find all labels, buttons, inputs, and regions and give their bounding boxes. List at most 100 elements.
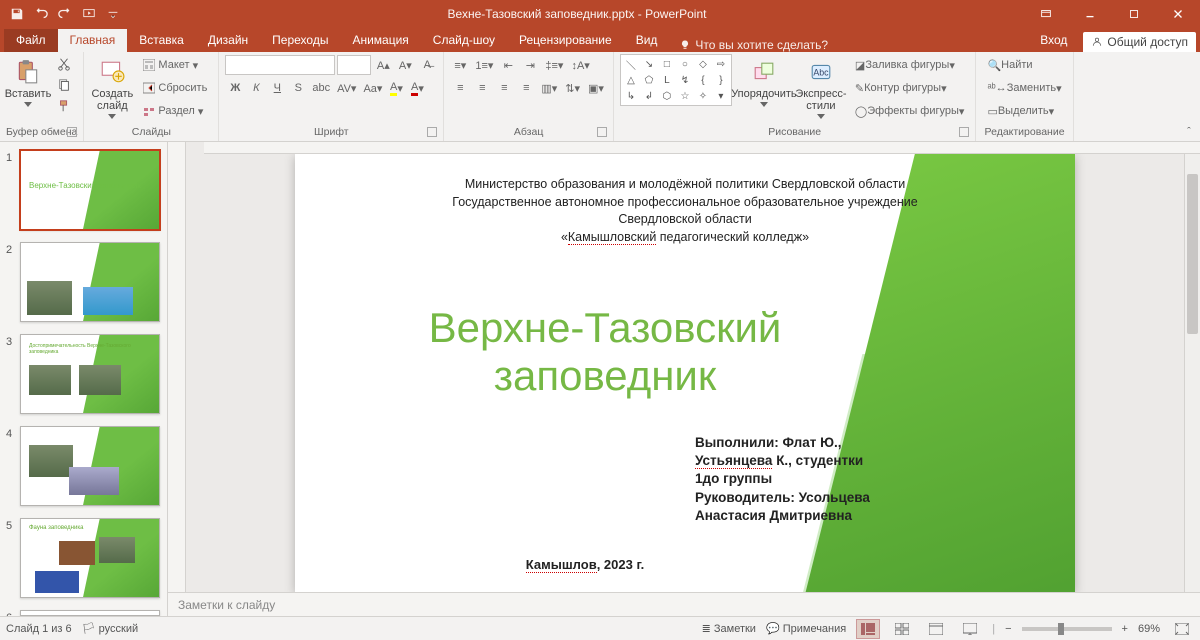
dec-indent-icon[interactable]: ⇤ xyxy=(498,55,518,75)
collapse-ribbon-icon[interactable]: ˆ xyxy=(1182,125,1196,139)
view-slideshow-icon[interactable] xyxy=(958,619,982,639)
inc-indent-icon[interactable]: ⇥ xyxy=(520,55,540,75)
tab-design[interactable]: Дизайн xyxy=(196,29,260,52)
slide-thumbnails[interactable]: 1 Верхне-Тазовский заповедник 2 3 Достоп… xyxy=(0,142,168,616)
signin-link[interactable]: Вход xyxy=(1028,29,1079,52)
paragraph-dialog-launcher[interactable] xyxy=(597,127,607,137)
font-color-icon[interactable]: A▾ xyxy=(407,78,427,98)
new-slide-button[interactable]: Создать слайд xyxy=(90,54,134,119)
tab-animation[interactable]: Анимация xyxy=(340,29,420,52)
columns-icon[interactable]: ▥▾ xyxy=(538,78,560,98)
thumb-2[interactable] xyxy=(20,242,160,322)
close-icon[interactable] xyxy=(1156,0,1200,28)
tab-file[interactable]: Файл xyxy=(4,29,58,52)
paste-button[interactable]: Вставить xyxy=(6,54,50,107)
bold-icon[interactable]: Ж xyxy=(225,78,245,98)
zoom-slider[interactable] xyxy=(1022,627,1112,631)
case-icon[interactable]: Aa▾ xyxy=(360,78,385,98)
scrollbar-thumb[interactable] xyxy=(1187,174,1198,334)
reset-button[interactable]: Сбросить xyxy=(138,78,212,98)
layout-button[interactable]: Макет ▾ xyxy=(138,55,203,75)
maximize-icon[interactable] xyxy=(1112,0,1156,28)
tab-review[interactable]: Рецензирование xyxy=(507,29,624,52)
grow-font-icon[interactable]: A▴ xyxy=(373,55,393,75)
align-text-icon[interactable]: ⇅▾ xyxy=(562,78,583,98)
thumb-4[interactable] xyxy=(20,426,160,506)
slideshow-icon[interactable] xyxy=(78,3,100,25)
align-right-icon[interactable]: ≡ xyxy=(494,78,514,98)
qat-more-icon[interactable] xyxy=(102,3,124,25)
view-normal-icon[interactable] xyxy=(856,619,880,639)
ribbon: Вставить Буфер обмена Создать слайд Маке… xyxy=(0,52,1200,142)
font-dialog-launcher[interactable] xyxy=(427,127,437,137)
ribbon-options-icon[interactable] xyxy=(1024,0,1068,28)
shape-effects-button[interactable]: ◯ Эффекты фигуры ▾ xyxy=(850,101,970,121)
quick-styles-button[interactable]: Abc Экспресс- стили xyxy=(796,54,846,119)
undo-icon[interactable] xyxy=(30,3,52,25)
shrink-font-icon[interactable]: A▾ xyxy=(395,55,415,75)
bullets-icon[interactable]: ≡▾ xyxy=(450,55,470,75)
find-button[interactable]: 🔍 Найти xyxy=(982,55,1037,75)
view-reading-icon[interactable] xyxy=(924,619,948,639)
status-slide[interactable]: Слайд 1 из 6 xyxy=(6,623,72,635)
tab-transitions[interactable]: Переходы xyxy=(260,29,340,52)
spacing-icon[interactable]: AV▾ xyxy=(334,78,359,98)
shape-outline-button[interactable]: ✎ Контур фигуры ▾ xyxy=(850,78,952,98)
underline-icon[interactable]: Ч xyxy=(267,78,287,98)
replace-button[interactable]: ᵃᵇ↔ Заменить ▾ xyxy=(982,78,1066,98)
scrollbar-vertical[interactable] xyxy=(1184,154,1200,592)
minimize-icon[interactable] xyxy=(1068,0,1112,28)
slide-canvas[interactable]: Министерство образования и молодёжной по… xyxy=(295,154,1075,592)
zoom-value[interactable]: 69% xyxy=(1138,623,1160,635)
highlight-icon[interactable]: A▾ xyxy=(386,78,406,98)
select-button[interactable]: ▭ Выделить ▾ xyxy=(982,101,1059,121)
zoom-out-button[interactable]: − xyxy=(1005,623,1011,635)
tell-me[interactable]: Что вы хотите сделать? xyxy=(669,38,838,52)
save-icon[interactable] xyxy=(6,3,28,25)
numbering-icon[interactable]: 1≡▾ xyxy=(472,55,496,75)
slide-stage[interactable]: Министерство образования и молодёжной по… xyxy=(186,154,1184,592)
strike-icon[interactable]: S xyxy=(288,78,308,98)
font-family-combo[interactable] xyxy=(225,55,335,75)
fit-window-icon[interactable] xyxy=(1170,619,1194,639)
clipboard-dialog-launcher[interactable] xyxy=(67,127,77,137)
status-notes-button[interactable]: ≣ Заметки xyxy=(702,622,756,635)
copy-icon[interactable] xyxy=(54,75,74,95)
text-direction-icon[interactable]: ↕A▾ xyxy=(568,55,592,75)
tab-view[interactable]: Вид xyxy=(624,29,670,52)
group-paragraph-label: Абзац xyxy=(514,126,543,138)
clear-format-icon[interactable]: A̶ xyxy=(417,55,437,75)
shapes-more-icon[interactable]: ▾ xyxy=(713,89,729,103)
format-painter-icon[interactable] xyxy=(54,96,74,116)
share-button[interactable]: Общий доступ xyxy=(1083,32,1196,52)
thumb-5[interactable]: Фауна заповедника xyxy=(20,518,160,598)
thumb-6[interactable] xyxy=(20,610,160,616)
shapes-gallery[interactable]: ＼↘□○◇⇨ △⬠L↯{} ↳↲⬡☆✧▾ xyxy=(620,54,732,106)
drawing-dialog-launcher[interactable] xyxy=(959,127,969,137)
tab-home[interactable]: Главная xyxy=(58,29,128,52)
italic-icon[interactable]: К xyxy=(246,78,266,98)
thumb-1[interactable]: Верхне-Тазовский заповедник xyxy=(20,150,160,230)
align-left-icon[interactable]: ≡ xyxy=(450,78,470,98)
shape-line-icon[interactable]: ＼ xyxy=(623,57,639,71)
arrange-button[interactable]: Упорядочить xyxy=(736,54,792,107)
status-comments-button[interactable]: 💬 Примечания xyxy=(766,622,846,635)
thumb-3[interactable]: Достопримечательность Верхне-Тазовского … xyxy=(20,334,160,414)
align-justify-icon[interactable]: ≡ xyxy=(516,78,536,98)
new-slide-label: Создать слайд xyxy=(91,88,133,112)
view-sorter-icon[interactable] xyxy=(890,619,914,639)
zoom-in-button[interactable]: + xyxy=(1122,623,1128,635)
font-size-combo[interactable] xyxy=(337,55,371,75)
align-center-icon[interactable]: ≡ xyxy=(472,78,492,98)
tab-insert[interactable]: Вставка xyxy=(127,29,196,52)
notes-pane[interactable]: Заметки к слайду xyxy=(168,592,1200,616)
tab-slideshow[interactable]: Слайд-шоу xyxy=(421,29,507,52)
redo-icon[interactable] xyxy=(54,3,76,25)
shadow-icon[interactable]: abc xyxy=(309,78,333,98)
section-button[interactable]: Раздел ▾ xyxy=(138,101,208,121)
status-lang[interactable]: 🏳 русский xyxy=(82,622,139,635)
shape-fill-button[interactable]: ◪ Заливка фигуры ▾ xyxy=(850,55,960,75)
cut-icon[interactable] xyxy=(54,54,74,74)
smartart-icon[interactable]: ▣▾ xyxy=(585,78,607,98)
line-spacing-icon[interactable]: ‡≡▾ xyxy=(542,55,566,75)
